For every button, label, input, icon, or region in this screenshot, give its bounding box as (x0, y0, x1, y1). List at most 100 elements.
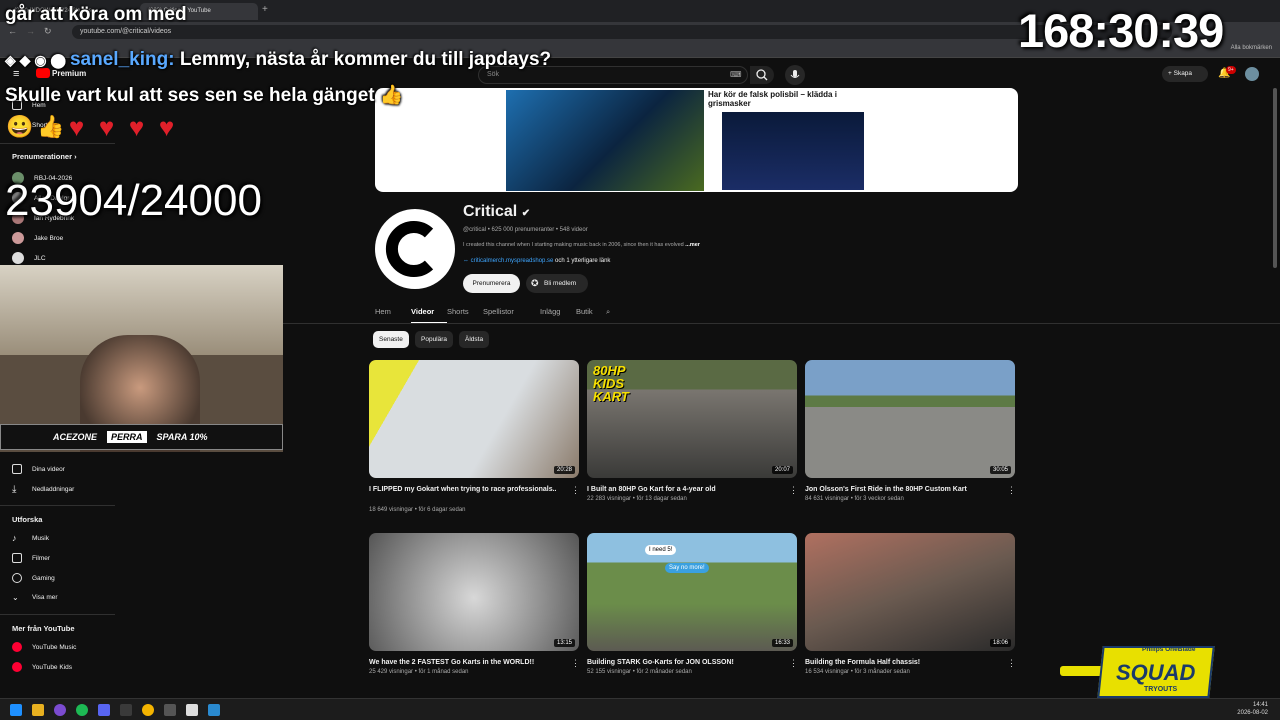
sidebar-item-downloads[interactable]: ⤓ Nedladdningar (12, 484, 74, 495)
avatar[interactable] (1245, 67, 1259, 81)
app-icon[interactable] (164, 704, 176, 716)
sidebar-item-label: Gaming (32, 574, 55, 582)
download-icon: ⤓ (12, 484, 17, 495)
sidebar-item-label: Musik (32, 534, 49, 542)
file-explorer-icon[interactable] (32, 704, 44, 716)
tab-home[interactable]: Hem (375, 304, 411, 324)
steam-icon[interactable] (120, 704, 132, 716)
video-title[interactable]: Building STARK Go-Karts for JON OLSSON! (587, 658, 782, 668)
forward-icon[interactable]: → (26, 26, 35, 36)
video-duration: 20:07 (771, 466, 793, 474)
sidebar-item-label: Dina videor (32, 465, 65, 473)
subscriptions-heading[interactable]: Prenumerationer › (12, 152, 77, 161)
video-thumbnail[interactable]: I need 5! Say no more! 16:33 (587, 533, 797, 651)
star-icon: ✪ (531, 278, 539, 288)
spotify-icon[interactable] (76, 704, 88, 716)
tab-videos[interactable]: Videor (411, 304, 447, 324)
overlay-chat-message: ◈ ◆ ◉ ⬤ sanel_king: Lemmy, nästa år komm… (5, 42, 565, 114)
video-menu-icon[interactable]: ⋮ (571, 485, 580, 496)
tab-playlists[interactable]: Spellistor (483, 304, 540, 324)
back-icon[interactable]: ← (8, 26, 17, 36)
url-field[interactable]: youtube.com/@critical/videos (72, 25, 1172, 39)
app-icon[interactable] (208, 704, 220, 716)
sidebar-item-movies[interactable]: Filmer (12, 553, 50, 563)
chat-username: sanel_king: (69, 49, 175, 70)
discord-icon[interactable] (98, 704, 110, 716)
video-meta: 25 429 visningar • för 1 månad sedan (369, 669, 469, 675)
video-title[interactable]: We have the 2 FASTEST Go Karts in the WO… (369, 658, 564, 668)
taskbar-clock[interactable]: 14:41 2026-08-02 (1237, 701, 1268, 717)
chrome-icon[interactable] (142, 704, 154, 716)
sidebar-item-youtube-kids[interactable]: YouTube Kids (12, 662, 72, 672)
voice-search-button[interactable] (785, 65, 805, 85)
video-thumbnail[interactable]: 13:15 (369, 533, 579, 651)
all-bookmarks[interactable]: Alla bokmärken (1231, 45, 1272, 51)
sidebar-item-music[interactable]: ♪ Musik (12, 533, 49, 543)
video-thumbnail[interactable]: 80HP KIDS KART 20:07 (587, 360, 797, 478)
video-menu-icon[interactable]: ⋮ (789, 658, 798, 669)
video-title[interactable]: Jon Olsson's First Ride in the 80HP Cust… (805, 485, 1000, 495)
sidebar-subscription[interactable]: Jake Broe (12, 232, 63, 244)
chat-badges-icon: ◈ ◆ ◉ ⬤ (5, 52, 70, 68)
sidebar-item-youtube-music[interactable]: YouTube Music (12, 642, 76, 652)
sponsor-code: PERRA (107, 431, 147, 443)
video-thumbnail[interactable]: 30:05 (805, 360, 1015, 478)
desc-more-link[interactable]: ...mer (685, 242, 700, 248)
page-scrollbar[interactable] (1273, 88, 1277, 268)
sponsor-bar: ACEZONE PERRA SPARA 10% (0, 424, 283, 450)
video-thumbnail[interactable]: 18:06 (805, 533, 1015, 651)
extra-links[interactable]: och 1 ytterligare länk (555, 258, 610, 264)
divider (0, 614, 115, 615)
search-button[interactable] (750, 66, 774, 84)
mic-icon (790, 70, 800, 78)
keyboard-icon[interactable]: ⌨ (730, 70, 742, 79)
app-icon[interactable] (186, 704, 198, 716)
sidebar-item-label: Visa mer (32, 594, 58, 601)
sidebar-item-label: YouTube Kids (32, 663, 72, 671)
join-label: Bli medlem (544, 280, 577, 287)
windows-start-icon[interactable] (10, 704, 22, 716)
new-tab-button[interactable]: + (262, 4, 268, 15)
video-title[interactable]: I FLIPPED my Gokart when trying to race … (369, 485, 564, 495)
video-menu-icon[interactable]: ⋮ (1007, 658, 1016, 669)
tab-store[interactable]: Butik (576, 304, 606, 324)
heart-icon: ♥ (68, 112, 85, 142)
create-button[interactable]: + Skapa (1162, 66, 1208, 82)
sidebar-subscription[interactable]: JLC (12, 252, 46, 264)
tab-shorts[interactable]: Shorts (447, 304, 483, 324)
subscribe-button[interactable]: Prenumerera (463, 274, 520, 293)
chip-oldest[interactable]: Äldsta (459, 331, 490, 348)
thumbnail-speech-bubble: I need 5! (645, 545, 677, 555)
sidebar-item-gaming[interactable]: Gaming (12, 573, 55, 583)
divider (0, 143, 115, 144)
sidebar-item-label: Jake Broe (34, 234, 64, 242)
video-thumbnail[interactable]: 20:28 (369, 360, 579, 478)
channel-description[interactable]: I created this channel when I starting m… (463, 242, 700, 248)
video-title[interactable]: Building the Formula Half chassis! (805, 658, 1000, 668)
video-meta: 16 534 visningar • för 3 månader sedan (805, 669, 910, 675)
video-meta: 22 283 visningar • för 13 dagar sedan (587, 496, 687, 502)
sidebar-show-more[interactable]: ⌄ Visa mer (12, 593, 58, 602)
chip-latest[interactable]: Senaste (373, 331, 409, 348)
video-menu-icon[interactable]: ⋮ (789, 485, 798, 496)
channel-avatar (12, 252, 24, 264)
logo-title: SQUAD (1116, 660, 1196, 685)
join-button[interactable]: ✪ Bli medlem (526, 274, 588, 293)
notification-badge: 9+ (1226, 66, 1236, 74)
video-menu-icon[interactable]: ⋮ (571, 658, 580, 669)
chip-popular[interactable]: Populära (415, 331, 454, 348)
channel-search-icon[interactable]: ⌕ (606, 304, 626, 324)
thumbnail-text: 80HP KIDS KART (593, 363, 629, 404)
video-title[interactable]: I Built an 80HP Go Kart for a 4-year old (587, 485, 782, 495)
verified-icon: ✔ (521, 208, 531, 219)
video-menu-icon[interactable]: ⋮ (1007, 485, 1016, 496)
sidebar-item-your-videos[interactable]: Dina videor (12, 464, 65, 474)
sidebar-item-label: JLC (34, 254, 46, 262)
channel-link[interactable]: ⇔ criticalmerch.myspreadshop.se och 1 yt… (463, 258, 610, 264)
sidebar-item-label: Filmer (32, 554, 51, 562)
channel-logo[interactable] (375, 209, 455, 289)
app-icon[interactable] (54, 704, 66, 716)
heart-icon: ♥ (128, 112, 145, 142)
tab-posts[interactable]: Inlägg (540, 304, 576, 324)
reload-icon[interactable]: ↻ (44, 26, 52, 37)
